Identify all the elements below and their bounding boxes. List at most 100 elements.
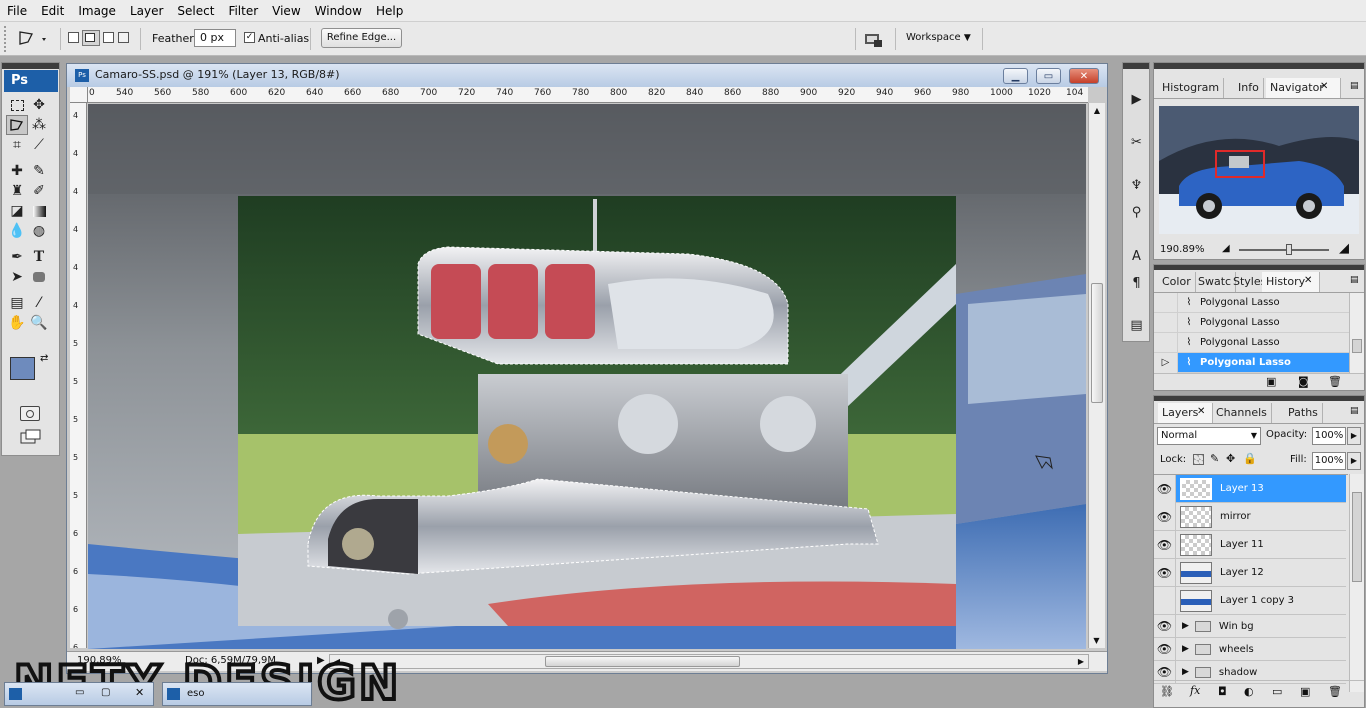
lock-all-icon[interactable]: 🔒 (1243, 452, 1257, 465)
tab-navigator[interactable]: Navigator (1266, 78, 1341, 98)
expand-arrow-icon[interactable]: ▶ (1182, 644, 1189, 654)
tab-color[interactable]: Color (1158, 272, 1196, 292)
options-grip[interactable] (4, 26, 11, 52)
eye-icon[interactable]: 👁 (1154, 502, 1176, 531)
zoom-slider-thumb[interactable] (1286, 244, 1292, 255)
notes-tool-icon[interactable]: ▤ (6, 293, 28, 313)
close-icon[interactable]: ✕ (135, 686, 144, 699)
paragraph-icon[interactable]: ¶ (1126, 272, 1147, 294)
menu-view[interactable]: View (265, 0, 307, 22)
layer-group-row[interactable]: 👁 ▶ Win bg (1154, 614, 1346, 638)
menu-filter[interactable]: Filter (221, 0, 265, 22)
layer-row[interactable]: 👁 Layer 11 (1154, 530, 1346, 559)
close-icon[interactable]: ✕ (1197, 406, 1205, 417)
history-item-selected[interactable]: ▷ ⌇ Polygonal Lasso (1154, 352, 1349, 373)
layers-scrollbar[interactable] (1349, 474, 1364, 692)
minimized-window[interactable]: ▭ ▢ ✕ (4, 682, 154, 706)
tools-icon[interactable]: ✂ (1126, 131, 1147, 153)
layer-group-row[interactable]: 👁 ▶ wheels (1154, 637, 1346, 661)
link-layers-icon[interactable]: ⛓ (1160, 685, 1174, 698)
fill-input[interactable]: 100% (1312, 452, 1346, 470)
tab-histogram[interactable]: Histogram (1158, 78, 1225, 98)
slice-tool-icon[interactable]: ⟋ (28, 135, 50, 155)
brush-tool-icon[interactable]: ✎ (28, 161, 50, 181)
layer-comps-icon[interactable]: ▤ (1126, 314, 1147, 336)
layer-row[interactable]: 👁 mirror (1154, 502, 1346, 531)
menu-edit[interactable]: Edit (34, 0, 71, 22)
brushes-icon[interactable]: ♆ (1126, 174, 1147, 196)
clone-source-icon[interactable]: ⚲ (1126, 201, 1147, 223)
eye-icon[interactable]: 👁 (1154, 614, 1176, 638)
blend-mode-select[interactable]: Normal ▼ (1157, 427, 1261, 445)
character-icon[interactable]: A (1126, 245, 1147, 267)
tool-presets-icon[interactable] (862, 29, 884, 49)
new-document-from-state-icon[interactable]: ▣ (1266, 375, 1276, 388)
menu-window[interactable]: Window (308, 0, 369, 22)
dodge-tool-icon[interactable]: ◍ (28, 221, 50, 241)
h-scroll-thumb[interactable] (545, 656, 740, 667)
refine-edge-button[interactable]: Refine Edge... (321, 28, 402, 48)
marquee-tool-icon[interactable] (6, 95, 28, 115)
navigator-view-box[interactable] (1215, 150, 1265, 178)
eyedropper-tool-icon[interactable]: ⁄ (28, 293, 50, 313)
history-item[interactable]: ⌇ Polygonal Lasso (1154, 332, 1349, 353)
close-button[interactable]: ✕ (1069, 68, 1099, 84)
actions-play-icon[interactable]: ▶ (1126, 88, 1147, 110)
subtract-selection-icon[interactable] (103, 32, 114, 43)
foreground-color-swatch[interactable] (10, 357, 35, 380)
maximize-button[interactable]: ▢ (101, 687, 110, 698)
close-icon[interactable]: ✕ (1320, 81, 1328, 92)
document-titlebar[interactable]: Ps Camaro-SS.psd @ 191% (Layer 13, RGB/8… (67, 64, 1107, 87)
swap-colors-icon[interactable]: ⇄ (40, 353, 48, 364)
eraser-tool-icon[interactable]: ◪ (6, 201, 28, 221)
adjustment-layer-icon[interactable]: ◐ (1244, 685, 1254, 698)
canvas[interactable] (88, 104, 1086, 649)
opacity-input[interactable]: 100% (1312, 427, 1346, 445)
menu-layer[interactable]: Layer (123, 0, 170, 22)
tab-paths[interactable]: Paths (1284, 403, 1323, 423)
close-icon[interactable]: ✕ (1304, 275, 1312, 286)
history-scrollbar[interactable] (1349, 293, 1364, 373)
panel-menu-icon[interactable]: ▤ (1350, 406, 1359, 416)
navigator-zoom[interactable]: 190.89% (1160, 244, 1205, 255)
layer-row-selected[interactable]: 👁 Layer 13 (1154, 475, 1346, 503)
trash-icon[interactable]: 🗑 (1328, 685, 1342, 698)
antialias-checkbox[interactable]: ✓ (244, 32, 255, 43)
history-item[interactable]: ⌇ Polygonal Lasso (1154, 312, 1349, 333)
scroll-up-arrow-icon[interactable]: ▲ (1089, 103, 1105, 118)
eye-hidden-slot[interactable] (1154, 586, 1176, 615)
menu-help[interactable]: Help (369, 0, 410, 22)
expand-arrow-icon[interactable]: ▶ (1182, 621, 1189, 631)
add-mask-icon[interactable]: ◘ (1218, 685, 1227, 698)
panel-menu-icon[interactable]: ▤ (1350, 81, 1359, 91)
opacity-arrow-icon[interactable]: ▶ (1347, 427, 1361, 445)
maximize-button[interactable]: ▭ (1036, 68, 1061, 84)
trash-icon[interactable]: 🗑 (1328, 375, 1342, 388)
lasso-tool-icon[interactable] (6, 115, 28, 135)
zoom-tool-icon[interactable]: 🔍 (28, 313, 50, 333)
history-brush-icon[interactable]: ✐ (28, 181, 50, 201)
zoom-in-icon[interactable]: ◢ (1339, 241, 1349, 256)
add-selection-icon[interactable] (82, 30, 100, 46)
eye-icon[interactable]: 👁 (1154, 530, 1176, 559)
crop-tool-icon[interactable]: ⌗ (6, 135, 28, 155)
history-item[interactable]: ⌇ Polygonal Lasso (1154, 292, 1349, 313)
pen-tool-icon[interactable]: ✒ (6, 247, 28, 267)
layer-style-fx-icon[interactable]: fx (1190, 684, 1200, 697)
quick-mask-icon[interactable] (20, 406, 40, 421)
scroll-thumb[interactable] (1091, 283, 1103, 403)
eye-icon[interactable]: 👁 (1154, 637, 1176, 661)
lock-position-icon[interactable]: ✥ (1226, 452, 1235, 465)
type-tool-icon[interactable]: T (28, 247, 50, 267)
new-selection-icon[interactable] (68, 32, 79, 43)
zoom-out-icon[interactable]: ◢ (1222, 243, 1230, 254)
path-selection-icon[interactable]: ➤ (6, 267, 28, 287)
minimized-window[interactable]: eso (162, 682, 312, 706)
vertical-scrollbar[interactable]: ▲ ▼ (1088, 103, 1105, 648)
gradient-tool-icon[interactable] (28, 201, 50, 221)
toolbox-grip[interactable] (2, 63, 59, 69)
eye-icon[interactable]: 👁 (1154, 475, 1176, 503)
shape-tool-icon[interactable] (28, 267, 50, 287)
tab-info[interactable]: Info (1234, 78, 1264, 98)
restore-button[interactable]: ▭ (75, 687, 84, 698)
